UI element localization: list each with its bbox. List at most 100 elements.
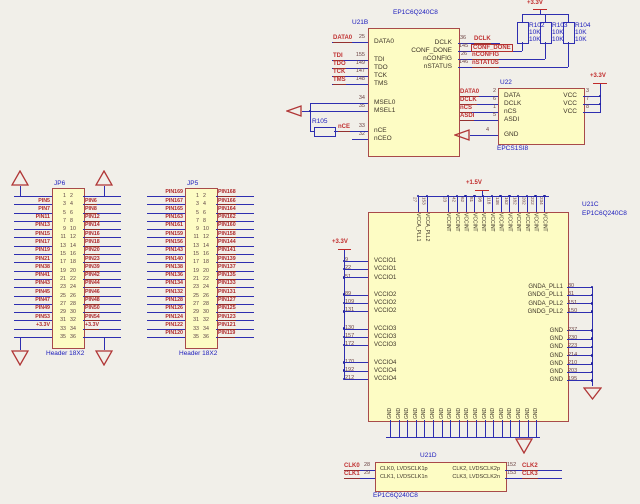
- wire: [483, 196, 484, 212]
- ground-pin: GND: [472, 396, 481, 437]
- wire: [418, 196, 419, 212]
- wire: [528, 420, 529, 437]
- net-label-right: PIN16: [85, 232, 100, 239]
- header-row: PIN38 19 20 PIN39: [8, 267, 125, 275]
- u22-pin-name: VCC: [563, 108, 577, 115]
- pin-number: 36: [460, 35, 466, 42]
- pin-number-left: 31: [193, 316, 199, 324]
- u21b-pin-name: TMS: [374, 80, 388, 87]
- pin-number-right: 26: [70, 292, 76, 300]
- net-label-clk0: CLK0: [344, 463, 360, 471]
- net-label-right: PIN139: [218, 257, 236, 264]
- u21c-pin-name: GND: [430, 396, 436, 419]
- pin-number-left: 17: [193, 258, 199, 266]
- net-label-right: +3.3V: [85, 323, 99, 330]
- pin-number-left: 31: [60, 316, 66, 324]
- u21c-pin-name: VCCIO1: [374, 257, 396, 265]
- wire: [344, 269, 368, 270]
- pin-number: 138: [495, 197, 500, 210]
- r102-value: 10K: [529, 29, 541, 36]
- net-label-ncs: nCS: [460, 105, 472, 113]
- pin-number: 42: [451, 197, 456, 210]
- r105-designator: R105: [312, 118, 328, 125]
- pin-number-left: 35: [60, 333, 66, 341]
- pin-number-left: 11: [61, 233, 67, 241]
- net-label-right: PIN137: [218, 265, 236, 272]
- u21b-pin-name: nSTATUS: [424, 63, 452, 70]
- offpage-arrow-down-icon: [95, 350, 113, 366]
- u21c-pin-name: VCCINT: [445, 213, 451, 265]
- r102-value2: 10K: [529, 36, 541, 43]
- wire: [457, 196, 458, 212]
- net-label-right: PIN127: [218, 298, 236, 305]
- u21c-pin-name: GND: [507, 396, 513, 419]
- pin-number-right: 36: [70, 333, 76, 341]
- u21c-pin-name: GND: [550, 360, 563, 368]
- header-row: PIN43 23 24 PIN44: [8, 283, 125, 291]
- u22-pin-name: GND: [504, 131, 518, 138]
- wire: [493, 420, 494, 437]
- pin-number-right: 20: [203, 267, 209, 275]
- pin-number-right: 30: [70, 308, 76, 316]
- power-rail-1v5: +1.5V: [466, 180, 482, 187]
- u21d-designator: U21D: [420, 452, 437, 459]
- net-label-right: PIN8: [85, 207, 97, 214]
- power-rail-3v3: +3.3V: [527, 0, 543, 7]
- u21c-pin-name: VCCIO2: [374, 299, 396, 307]
- u21c-pin-name: GND: [439, 396, 445, 419]
- wire: [83, 337, 121, 338]
- pin-number: 1: [493, 104, 496, 111]
- jp6-type-label: Header 18X2: [46, 350, 84, 357]
- u21c-pin-name: GND: [516, 396, 522, 419]
- u21c-designator: U21C: [582, 201, 599, 208]
- pin-number-right: 30: [203, 308, 209, 316]
- u21b-pin-name: DCLK: [435, 39, 452, 46]
- u21c-pin-name: GND: [482, 396, 488, 419]
- header-row: PIN19 15 16 PIN20: [8, 250, 125, 258]
- u21c-pin-name: VCCIO4: [374, 367, 396, 375]
- net-label-right: PIN12: [85, 215, 100, 222]
- pin-number-right: 34: [70, 325, 76, 333]
- wire: [450, 420, 451, 437]
- pin-number: 31: [568, 290, 574, 298]
- pin-number: 4: [486, 127, 489, 134]
- net-label-right: PIN119: [218, 331, 235, 338]
- ground-pin: GND: [403, 396, 412, 437]
- gnd-arrow-down-icon: [515, 438, 533, 454]
- net-label-right: PIN44: [85, 281, 100, 288]
- pin-number: 195: [568, 375, 577, 383]
- net-label-dclk: DCLK: [460, 97, 477, 105]
- pin-number: 230: [568, 334, 577, 342]
- pin-number-left: 5: [63, 209, 66, 217]
- u21c-pin-name: VCCIO3: [374, 341, 396, 349]
- wire: [344, 311, 368, 312]
- u21b-pin-name: DATA0: [374, 38, 394, 45]
- jp5-rows: PIN169 1 2 PIN168 PIN167 3 4 PIN166 PIN1…: [147, 192, 264, 341]
- pin-number-left: 29: [60, 308, 66, 316]
- pin-number-left: 23: [60, 283, 66, 291]
- power-rail-3v3: +3.3V: [590, 73, 606, 80]
- pin-number-right: 34: [203, 325, 209, 333]
- pin-number: 81: [469, 197, 474, 210]
- pin-number: 146: [459, 59, 468, 66]
- pin-number: 32: [359, 131, 365, 138]
- u21c-pin-name: VCCIO3: [374, 325, 396, 333]
- u21c-top-vccint-pins: 23 VCCINT 42 VCCINT 62 VCCINT 81 VCCINT: [444, 196, 549, 266]
- pin-number-right: 2: [203, 192, 206, 200]
- header-row: +3.3V 33 34 +3.3V: [8, 325, 125, 333]
- pin-number-left: 25: [60, 292, 66, 300]
- pin-number: 33: [359, 123, 365, 130]
- power-pin-row: 212 VCCIO4: [330, 375, 440, 383]
- header-row: 1 2: [8, 192, 125, 200]
- wire: [485, 420, 486, 437]
- pin-number: 8: [586, 104, 589, 111]
- pin-number-left: 33: [193, 325, 199, 333]
- pin-number-left: 29: [193, 308, 199, 316]
- pin-number-right: 8: [203, 217, 206, 225]
- ground-pin: GND: [463, 396, 472, 437]
- net-label-right: PIN54: [85, 315, 100, 322]
- net-label-tdi: TDI: [333, 53, 343, 61]
- u21b-pin-name: TCK: [374, 72, 387, 79]
- wire: [527, 196, 528, 212]
- pin-number-left: 5: [196, 209, 199, 217]
